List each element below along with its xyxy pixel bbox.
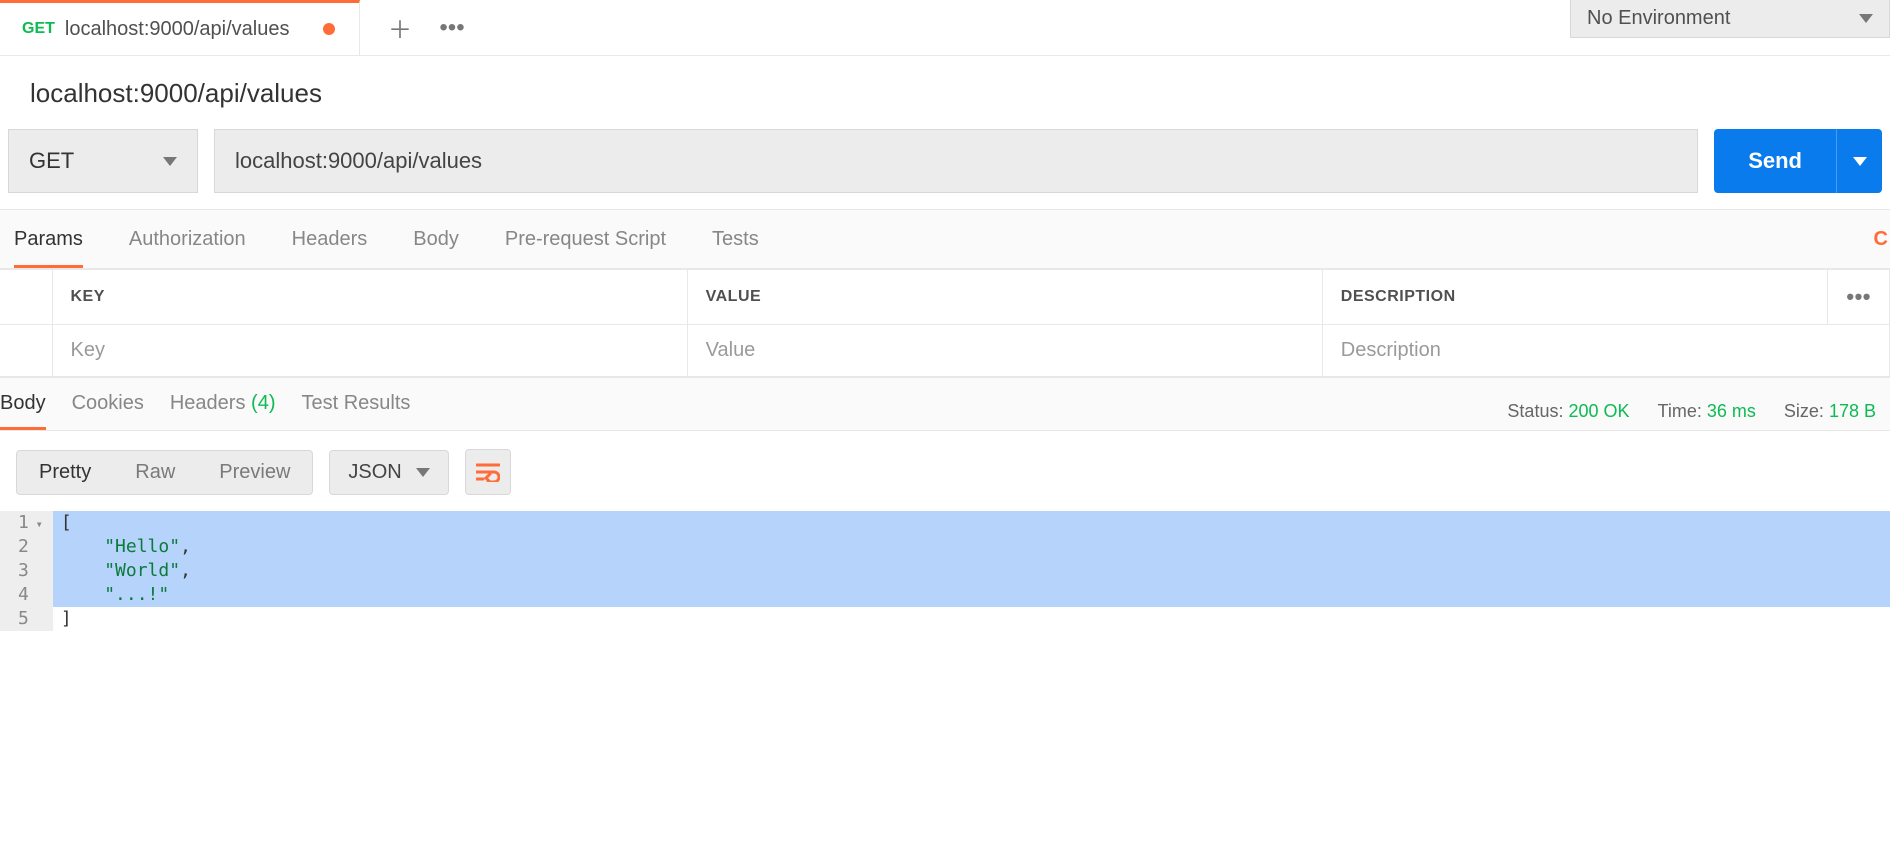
unsaved-dot-icon	[323, 23, 335, 35]
line-number: 3	[18, 559, 43, 583]
tab-method: GET	[22, 20, 55, 38]
param-description-input[interactable]	[1341, 339, 1871, 362]
new-tab-button[interactable]: ＋	[380, 8, 420, 48]
token-punct	[61, 536, 104, 557]
time-label: Time:	[1658, 401, 1702, 421]
status-block: Status: 200 OK	[1507, 401, 1629, 422]
tab-overflow-button[interactable]: •••	[432, 8, 472, 48]
code-line[interactable]: ]	[53, 607, 1890, 631]
response-view-toolbar: Pretty Raw Preview JSON	[0, 431, 1890, 511]
tab-authorization[interactable]: Authorization	[129, 228, 246, 268]
environment-selector[interactable]: No Environment	[1570, 0, 1890, 38]
size-value: 178 B	[1829, 401, 1876, 421]
tab-prerequest[interactable]: Pre-request Script	[505, 228, 666, 268]
code-line[interactable]: "World",	[53, 559, 1890, 583]
tab-actions: ＋ •••	[360, 0, 492, 55]
chevron-down-icon	[1859, 14, 1873, 23]
tab-title: localhost:9000/api/values	[65, 18, 295, 41]
request-subtab-row: Params Authorization Headers Body Pre-re…	[0, 210, 1890, 269]
code-body[interactable]: [ "Hello", "World", "...!"]	[53, 511, 1890, 631]
http-method-select[interactable]: GET	[8, 129, 198, 193]
request-title: localhost:9000/api/values	[0, 56, 1890, 129]
table-header-options[interactable]: •••	[1828, 270, 1890, 325]
resp-tab-headers-count: (4)	[251, 392, 275, 414]
row-checkbox[interactable]	[0, 325, 52, 377]
resp-tab-headers-label: Headers	[170, 392, 246, 414]
line-number: 1▾	[18, 511, 43, 535]
environment-label: No Environment	[1587, 7, 1730, 30]
token-punct: ]	[61, 608, 72, 629]
view-mode-preview[interactable]: Preview	[197, 451, 312, 494]
token-punct: [	[61, 512, 72, 533]
tab-params[interactable]: Params	[14, 228, 83, 268]
token-string: "Hello"	[104, 536, 180, 557]
code-gutter: 1▾2 3 4 5	[0, 511, 53, 631]
request-tab[interactable]: GET localhost:9000/api/values	[0, 0, 360, 55]
table-header-checkbox	[0, 270, 52, 325]
code-line[interactable]: "...!"	[53, 583, 1890, 607]
params-table: KEY VALUE DESCRIPTION •••	[0, 269, 1890, 377]
line-number: 5	[18, 607, 43, 631]
line-wrap-button[interactable]	[465, 449, 511, 495]
code-line[interactable]: [	[53, 511, 1890, 535]
tab-strip: GET localhost:9000/api/values ＋ ••• No E…	[0, 0, 1890, 56]
tab-body[interactable]: Body	[413, 228, 459, 268]
response-tab-row: Body Cookies Headers (4) Test Results St…	[0, 377, 1890, 431]
url-bar: GET Send	[0, 129, 1890, 210]
wrap-icon	[476, 462, 500, 482]
resp-tab-headers[interactable]: Headers (4)	[170, 392, 276, 430]
time-value: 36 ms	[1707, 401, 1756, 421]
table-row	[0, 325, 1890, 377]
chevron-down-icon	[416, 468, 430, 477]
send-button-group: Send	[1714, 129, 1882, 193]
resp-tab-cookies[interactable]: Cookies	[72, 392, 144, 430]
line-number: 4	[18, 583, 43, 607]
send-button[interactable]: Send	[1714, 129, 1836, 193]
http-method-value: GET	[29, 148, 74, 174]
code-line[interactable]: "Hello",	[53, 535, 1890, 559]
view-mode-raw[interactable]: Raw	[113, 451, 197, 494]
size-label: Size:	[1784, 401, 1824, 421]
table-header-key: KEY	[52, 270, 687, 325]
line-number: 2	[18, 535, 43, 559]
size-block: Size: 178 B	[1784, 401, 1876, 422]
view-mode-pretty[interactable]: Pretty	[17, 451, 113, 494]
param-key-input[interactable]	[71, 339, 669, 362]
url-input[interactable]	[214, 129, 1698, 193]
send-options-button[interactable]	[1836, 129, 1882, 193]
token-string: "...!"	[104, 584, 169, 605]
response-body-viewer[interactable]: 1▾2 3 4 5 [ "Hello", "World", "...!"]	[0, 511, 1890, 631]
param-value-input[interactable]	[706, 339, 1304, 362]
format-select[interactable]: JSON	[329, 450, 448, 495]
tab-tests[interactable]: Tests	[712, 228, 759, 268]
format-value: JSON	[348, 461, 401, 484]
resp-tab-body[interactable]: Body	[0, 392, 46, 430]
status-value: 200 OK	[1568, 401, 1629, 421]
cookies-link-fragment[interactable]: C	[1874, 228, 1888, 251]
token-punct	[61, 584, 104, 605]
token-string: "World"	[104, 560, 180, 581]
plus-icon: ＋	[388, 10, 412, 45]
resp-tab-testresults[interactable]: Test Results	[301, 392, 410, 430]
token-punct: ,	[180, 536, 191, 557]
token-punct: ,	[180, 560, 191, 581]
response-meta: Status: 200 OK Time: 36 ms Size: 178 B	[1507, 401, 1876, 422]
view-mode-group: Pretty Raw Preview	[16, 450, 313, 495]
fold-toggle-icon[interactable]: ▾	[33, 512, 43, 536]
chevron-down-icon	[163, 157, 177, 166]
time-block: Time: 36 ms	[1658, 401, 1756, 422]
table-header-description: DESCRIPTION	[1322, 270, 1828, 325]
status-label: Status:	[1507, 401, 1563, 421]
token-punct	[61, 560, 104, 581]
chevron-down-icon	[1853, 157, 1867, 166]
dots-icon: •••	[439, 14, 464, 42]
tab-headers[interactable]: Headers	[292, 228, 368, 268]
table-header-value: VALUE	[687, 270, 1322, 325]
